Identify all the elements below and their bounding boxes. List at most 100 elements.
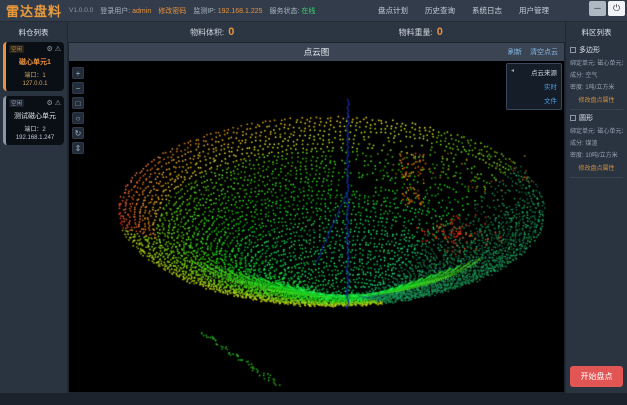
device-port-label: 端口： <box>24 127 42 133</box>
collapse-icon[interactable]: ◂ <box>511 67 514 74</box>
header-menu: 盘点计划 历史查询 系统日志 用户管理 <box>378 5 549 16</box>
region-unit-label: 绑定单元: <box>570 61 596 67</box>
menu-item-inventory-plan[interactable]: 盘点计划 <box>378 5 408 16</box>
app-window: 雷达盘料 V1.0.0.0 登录用户: admin 修改密码 监测IP: 192… <box>0 0 627 405</box>
region-unit-value: 磁心单元1 <box>597 129 623 135</box>
ip-label: 监测IP: <box>193 8 216 15</box>
device-card-unit1[interactable]: 空闲 ⚙ ⚠ 磁心单元1 端口：1 127.0.0.1 <box>3 42 64 91</box>
login-label: 登录用户: <box>100 8 130 15</box>
stat-value: 0 <box>228 26 234 38</box>
device-status-badge: 空闲 <box>9 45 24 53</box>
region-unit: 绑定单元: 磁心单元1 <box>570 58 623 67</box>
region-density-value: 10吨/立方米 <box>585 153 617 159</box>
region-comp-label: 成分: <box>570 141 584 147</box>
warning-icon: ⚠ <box>55 99 61 107</box>
device-status-badge: 空闲 <box>9 99 24 107</box>
change-password-link[interactable]: 修改密码 <box>158 6 186 16</box>
ip-value: 192.168.1.225 <box>218 8 263 15</box>
minimize-button[interactable]: ─ <box>589 1 606 16</box>
region-list-sidebar: 料区列表 多边形 绑定单元: 磁心单元1 成分: 空气 密度: 1吨/立方米 <box>565 22 627 393</box>
silo-list-title: 料仓列表 <box>3 25 64 42</box>
region-density-label: 密度: <box>570 85 584 91</box>
menu-item-system-log[interactable]: 系统日志 <box>472 5 502 16</box>
silo-list-sidebar: 料仓列表 空闲 ⚙ ⚠ 磁心单元1 端口：1 127.0.0.1 空闲 <box>0 22 68 393</box>
main-row: 料仓列表 空闲 ⚙ ⚠ 磁心单元1 端口：1 127.0.0.1 空闲 <box>0 22 627 393</box>
region-density: 密度: 10吨/立方米 <box>570 150 623 159</box>
monitor-ip: 监测IP: 192.168.1.225 <box>193 6 262 16</box>
device-ip: 127.0.0.1 <box>9 81 61 87</box>
zoom-in-icon[interactable]: + <box>72 67 84 79</box>
device-card-test-unit[interactable]: 空闲 ⚙ ⚠ 测试磁心单元 端口：2 192.168.1.247 <box>3 96 64 145</box>
device-name: 磁心单元1 <box>9 57 61 67</box>
power-button[interactable]: ⏻ <box>608 1 625 16</box>
region-list-title: 料区列表 <box>570 25 623 42</box>
service-status: 服务状态: 在线 <box>270 6 316 16</box>
region-composition: 成分: 煤渣 <box>570 138 623 147</box>
box-select-icon[interactable]: □ <box>72 97 84 109</box>
warning-icon: ⚠ <box>55 45 61 53</box>
region-checkbox[interactable] <box>570 47 576 53</box>
region-checkbox[interactable] <box>570 115 576 121</box>
device-port: 端口：2 <box>9 124 61 133</box>
device-ip: 192.168.1.247 <box>9 135 61 141</box>
stat-label: 物料体积: <box>190 27 224 38</box>
region-density-value: 1吨/立方米 <box>585 85 614 91</box>
region-comp-value: 煤渣 <box>585 141 597 147</box>
pointcloud-panel-title: 点云图 <box>69 46 564 58</box>
region-comp-value: 空气 <box>585 73 597 79</box>
gear-icon[interactable]: ⚙ <box>46 99 52 107</box>
stat-label: 物料重量: <box>399 27 433 38</box>
region-name: 圆形 <box>579 113 593 123</box>
pointcloud-canvas[interactable] <box>69 61 564 392</box>
region-composition: 成分: 空气 <box>570 70 623 79</box>
top-header: 雷达盘料 V1.0.0.0 登录用户: admin 修改密码 监测IP: 192… <box>0 0 627 22</box>
center-column: 物料体积: 0 物料重量: 0 点云图 刷新 清空点云 <box>68 22 565 393</box>
device-name: 测试磁心单元 <box>9 111 61 121</box>
source-option-file[interactable]: 文件 <box>511 95 557 105</box>
edit-region-link[interactable]: 修改盘点属性 <box>570 163 623 172</box>
device-port-value: 2 <box>42 127 45 133</box>
reset-view-icon[interactable]: ↻ <box>72 127 84 139</box>
login-user: 登录用户: admin <box>100 6 151 16</box>
region-density-label: 密度: <box>570 153 584 159</box>
fit-view-icon[interactable]: ⇕ <box>72 142 84 154</box>
viewer-toolbar: + − □ ○ ↻ ⇕ <box>72 67 84 154</box>
region-density: 密度: 1吨/立方米 <box>570 82 623 91</box>
gear-icon[interactable]: ⚙ <box>46 45 52 53</box>
stats-bar: 物料体积: 0 物料重量: 0 <box>68 22 565 42</box>
menu-item-user-management[interactable]: 用户管理 <box>519 5 549 16</box>
source-option-realtime[interactable]: 实时 <box>511 81 557 91</box>
stat-material-volume: 物料体积: 0 <box>190 26 234 38</box>
start-inventory-button[interactable]: 开始盘点 <box>570 366 623 387</box>
pointcloud-source-panel: ◂ 点云来源 实时 文件 <box>506 63 562 110</box>
version-label: V1.0.0.0 <box>69 7 93 14</box>
region-unit: 绑定单元: 磁心单元1 <box>570 126 623 135</box>
refresh-link[interactable]: 刷新 <box>508 47 522 57</box>
region-header: 圆形 <box>570 113 623 123</box>
service-status-value: 在线 <box>301 8 315 15</box>
stat-material-weight: 物料重量: 0 <box>399 26 443 38</box>
region-comp-label: 成分: <box>570 73 584 79</box>
region-header: 多边形 <box>570 45 623 55</box>
zoom-out-icon[interactable]: − <box>72 82 84 94</box>
device-card-header: 空闲 ⚙ ⚠ <box>9 99 61 107</box>
point-select-icon[interactable]: ○ <box>72 112 84 124</box>
region-item-circle: 圆形 绑定单元: 磁心单元1 成分: 煤渣 密度: 10吨/立方米 修改盘点属性 <box>570 110 623 178</box>
pointcloud-panel-header: 点云图 刷新 清空点云 <box>69 43 564 61</box>
region-unit-value: 磁心单元1 <box>597 61 623 67</box>
menu-item-history-query[interactable]: 历史查询 <box>425 5 455 16</box>
region-item-polygon: 多边形 绑定单元: 磁心单元1 成分: 空气 密度: 1吨/立方米 修改盘点属性 <box>570 42 623 110</box>
device-card-header: 空闲 ⚙ ⚠ <box>9 45 61 53</box>
device-port-label: 端口： <box>24 73 42 79</box>
region-name: 多边形 <box>579 45 600 55</box>
source-panel-title: 点云来源 <box>511 67 557 77</box>
pointcloud-header-links: 刷新 清空点云 <box>508 47 558 57</box>
app-logo: 雷达盘料 <box>6 1 62 20</box>
stat-value: 0 <box>437 26 443 38</box>
device-port: 端口：1 <box>9 70 61 79</box>
pointcloud-panel: 点云图 刷新 清空点云 + − □ ○ ↻ ⇕ <box>68 42 565 393</box>
device-port-value: 1 <box>42 73 45 79</box>
pointcloud-viewport: + − □ ○ ↻ ⇕ ◂ 点云来源 实时 文件 <box>69 61 564 392</box>
edit-region-link[interactable]: 修改盘点属性 <box>570 95 623 104</box>
clear-pointcloud-link[interactable]: 清空点云 <box>530 47 558 57</box>
